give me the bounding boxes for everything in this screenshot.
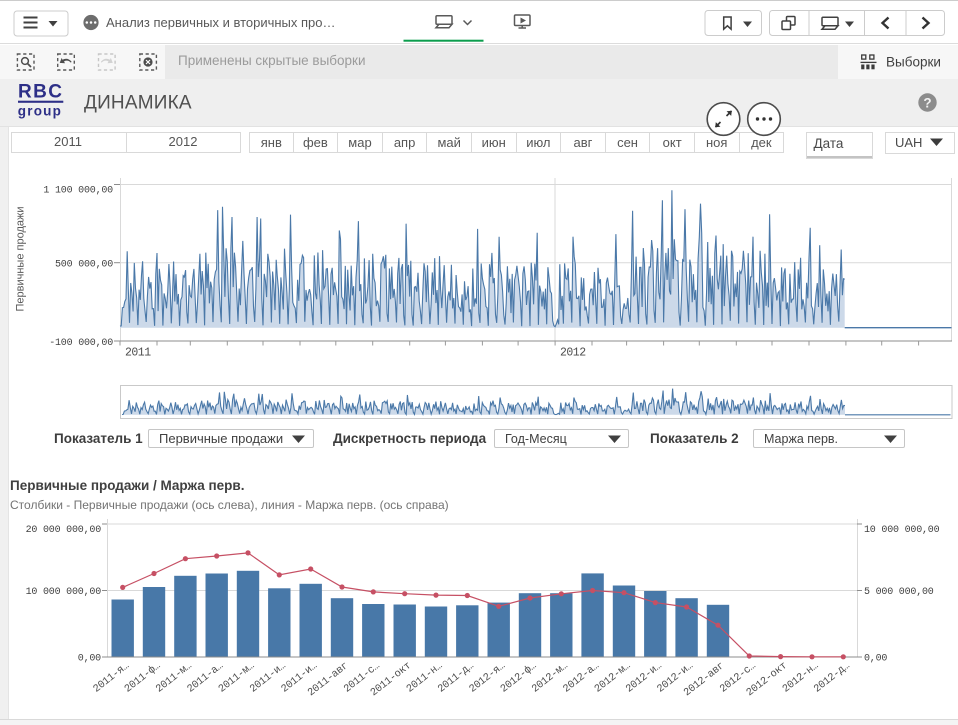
svg-text:2012: 2012 [560, 347, 586, 360]
svg-text:2012-д…: 2012-д… [812, 660, 852, 695]
svg-text:ДИНАМИКА: ДИНАМИКА [84, 93, 192, 114]
svg-text:1 100 000,00: 1 100 000,00 [43, 186, 113, 197]
svg-text:0,00: 0,00 [78, 654, 101, 665]
svg-text:Анализ первичных и вторичных п: Анализ первичных и вторичных про… [106, 15, 336, 30]
svg-text:Столбики - Первичные продажи (: Столбики - Первичные продажи (ось слева)… [10, 498, 449, 512]
svg-text:5 000 000,00: 5 000 000,00 [864, 587, 934, 598]
svg-text:group: group [18, 104, 62, 119]
svg-text:10 000 000,00: 10 000 000,00 [26, 587, 102, 598]
svg-text:Первичные продажи: Первичные продажи [15, 206, 27, 311]
svg-text:-100 000,00: -100 000,00 [49, 338, 113, 349]
svg-text:?: ? [923, 95, 931, 110]
svg-text:2011: 2011 [125, 347, 151, 360]
svg-text:10 000 000,00: 10 000 000,00 [864, 525, 940, 536]
svg-text:Выборки: Выборки [886, 55, 941, 70]
svg-text:500 000,00: 500 000,00 [55, 260, 113, 271]
svg-text:RBC: RBC [18, 82, 63, 103]
svg-text:Первичные продажи / Маржа перв: Первичные продажи / Маржа перв. [10, 478, 244, 493]
svg-text:20 000 000,00: 20 000 000,00 [26, 525, 102, 536]
svg-text:0,00: 0,00 [864, 654, 887, 665]
